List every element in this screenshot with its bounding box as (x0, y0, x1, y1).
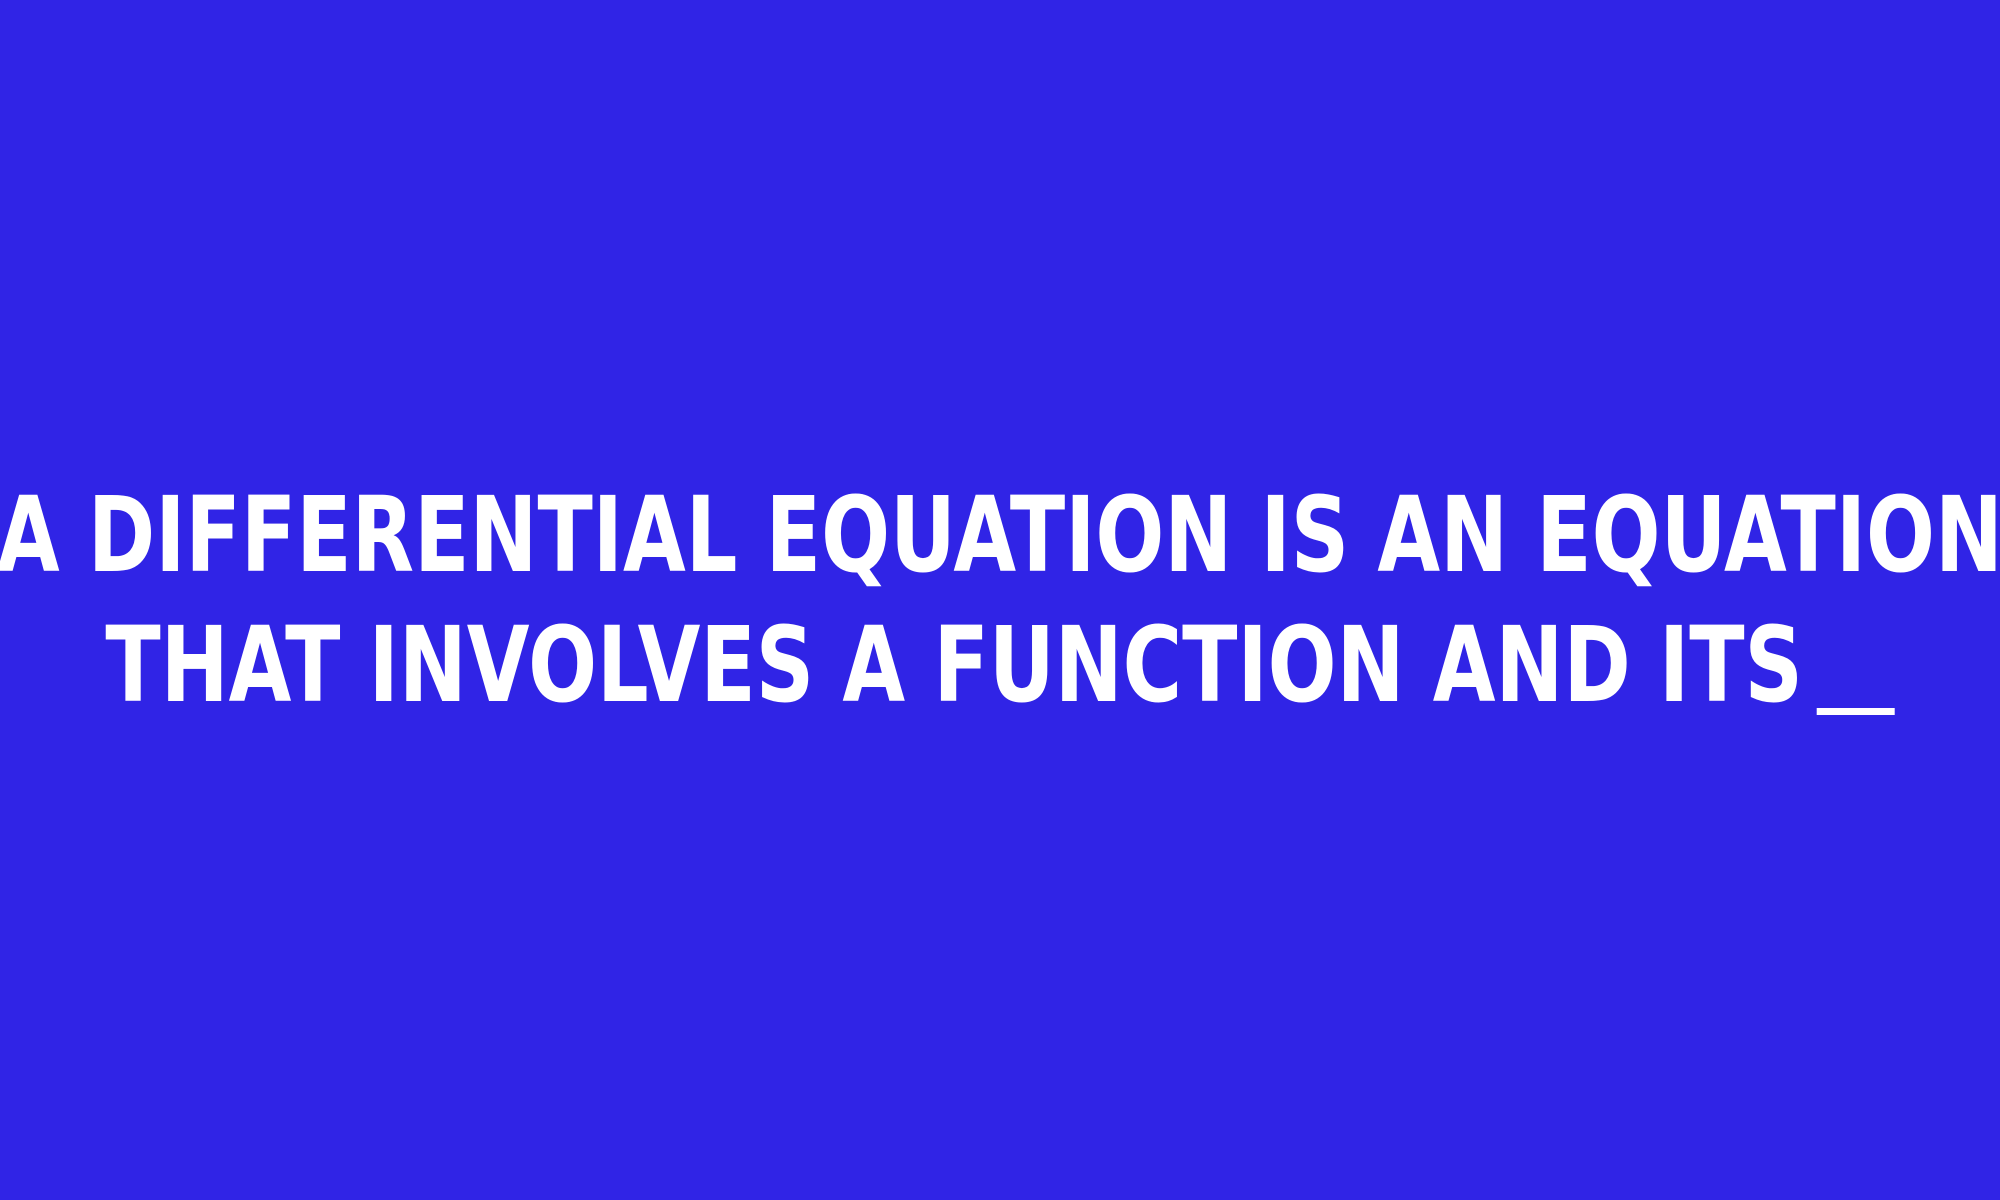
question-line-2-text: THAT INVOLVES A FUNCTION AND ITS (105, 604, 1803, 726)
question-line-2: THAT INVOLVES A FUNCTION AND ITS (105, 600, 1895, 730)
question-line-1: A DIFFERENTIAL EQUATION IS AN EQUATION (0, 474, 2000, 596)
slide-background: { "question": { "line1": "A DIFFERENTIAL… (0, 0, 2000, 1200)
question-slide: A DIFFERENTIAL EQUATION IS AN EQUATION T… (0, 0, 2000, 1200)
answer-blank (1816, 708, 1895, 715)
